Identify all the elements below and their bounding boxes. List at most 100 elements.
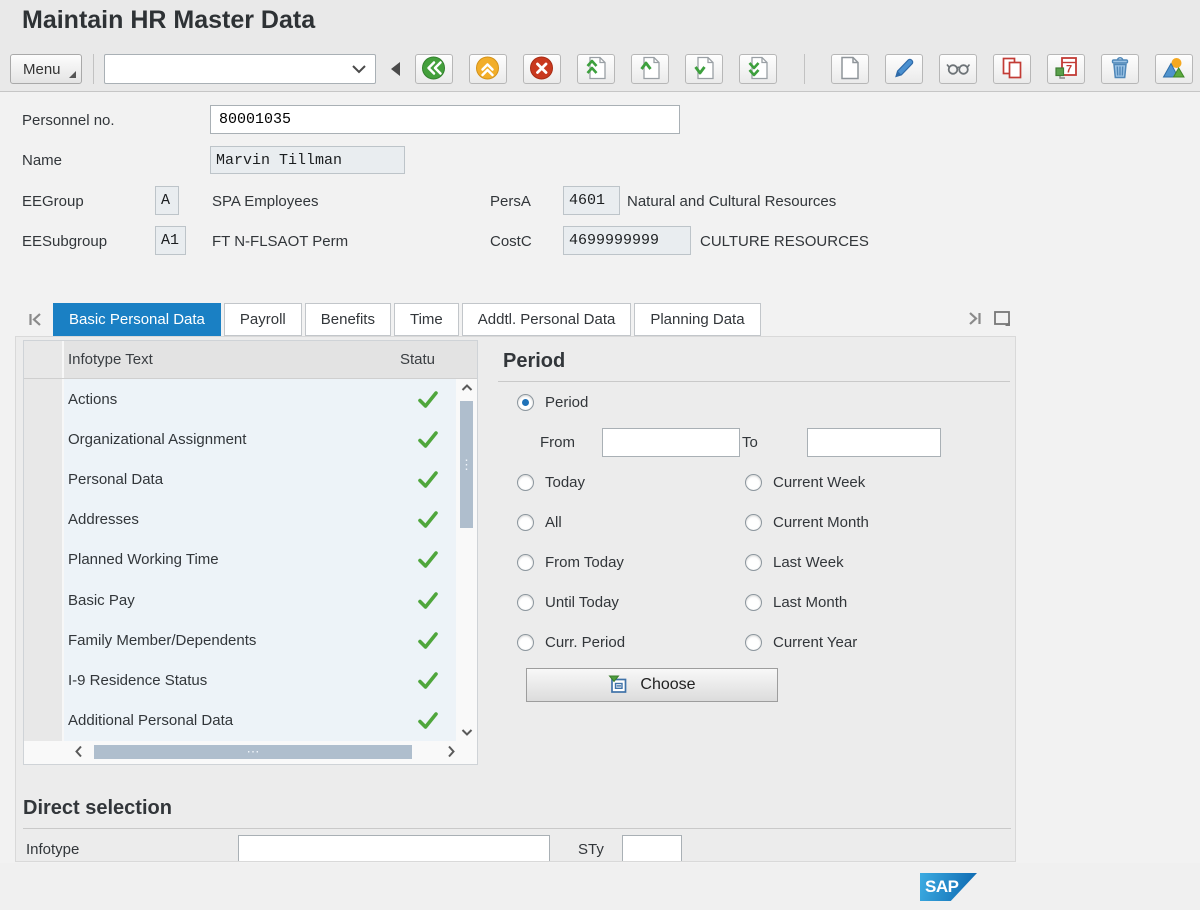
table-row[interactable]: Organizational Assignment [64,419,456,459]
radio-last-month[interactable]: Last Month [745,594,1010,611]
status-check-icon [400,591,456,610]
tab-addtl-personal-data[interactable]: Addtl. Personal Data [462,303,632,336]
status-check-icon [400,470,456,489]
radio-circle[interactable] [517,594,534,611]
row-selector-column-header [24,341,64,378]
radio-current-week[interactable]: Current Week [745,474,1010,491]
radio-from-today[interactable]: From Today [517,554,745,571]
radio-circle[interactable] [745,594,762,611]
trash-icon [1107,55,1133,84]
radio-period[interactable]: Period [517,394,1010,411]
scroll-left-icon[interactable] [74,745,83,758]
detach-panel-icon[interactable] [993,310,1012,327]
radio-last-week[interactable]: Last Week [745,554,1010,571]
radio-circle[interactable] [517,514,534,531]
radio-circle[interactable] [517,474,534,491]
first-page-button[interactable] [577,54,615,84]
radio-current-month[interactable]: Current Month [745,514,1010,531]
chevron-down-icon[interactable] [352,65,366,74]
table-row[interactable]: I-9 Residence Status [64,661,456,701]
tab-scroll-left-icon[interactable] [27,312,44,327]
from-label: From [540,434,575,451]
table-row[interactable]: Actions [64,379,456,419]
next-page-button[interactable] [685,54,723,84]
tab-planning-data[interactable]: Planning Data [634,303,760,336]
command-field[interactable] [104,54,376,84]
toolbar-buttons: 7 [415,54,1193,84]
menu-button-label: Menu [23,61,61,78]
collapse-toolbar-icon[interactable] [391,62,400,76]
tab-benefits[interactable]: Benefits [305,303,391,336]
tab-content: Infotype Text Statu Actions Organization… [15,336,1016,862]
sap-window: Maintain HR Master Data Menu [0,0,1200,910]
tab-basic-personal-data[interactable]: Basic Personal Data [53,303,221,336]
radio-circle[interactable] [517,554,534,571]
eesubgroup-value-field: A1 [155,226,186,255]
infotype-label: Infotype [26,841,79,858]
scroll-down-icon[interactable] [460,728,474,737]
footer: SAP [0,863,1200,910]
sty-input[interactable] [622,835,682,862]
row-selector-column[interactable] [24,379,64,741]
scroll-right-icon[interactable] [447,745,456,758]
personnel-no-label: Personnel no. [22,112,115,129]
personnel-no-input[interactable] [210,105,680,134]
back-icon [420,55,448,84]
back-button[interactable] [415,54,453,84]
radio-until-today[interactable]: Until Today [517,594,745,611]
tab-payroll[interactable]: Payroll [224,303,302,336]
exit-button[interactable] [469,54,507,84]
radio-circle[interactable] [745,634,762,651]
period-panel: Period Period From To Today Current Week… [498,343,1010,702]
menu-button[interactable]: Menu [10,54,82,84]
next-page-icon [691,55,717,84]
radio-current-year[interactable]: Current Year [745,634,1010,651]
horizontal-scroll-thumb[interactable]: ⋯ [94,745,412,759]
table-row[interactable]: Personal Data [64,459,456,499]
mountains-icon [1160,55,1188,84]
toolbar-separator [804,54,805,84]
table-row[interactable]: Planned Working Time [64,540,456,580]
radio-today[interactable]: Today [517,474,745,491]
previous-page-icon [637,55,663,84]
from-date-input[interactable] [602,428,740,457]
radio-circle[interactable] [745,554,762,571]
table-row[interactable]: Family Member/Dependents [64,620,456,660]
table-row[interactable]: Additional Personal Data [64,701,456,741]
command-input[interactable] [105,55,352,83]
radio-all[interactable]: All [517,514,745,531]
last-page-button[interactable] [739,54,777,84]
overview-button[interactable] [1155,54,1193,84]
delete-button[interactable] [1101,54,1139,84]
radio-circle[interactable] [517,634,534,651]
table-row[interactable]: Addresses [64,500,456,540]
to-date-input[interactable] [807,428,941,457]
name-value-field: Marvin Tillman [210,146,405,174]
direct-selection-row: Infotype STy [23,834,1011,862]
tab-strip-right-controls [966,310,1012,327]
tab-time[interactable]: Time [394,303,459,336]
radio-circle-selected[interactable] [517,394,534,411]
delimit-button[interactable]: 7 [1047,54,1085,84]
radio-circle[interactable] [745,514,762,531]
status-check-icon [400,671,456,690]
glasses-icon [943,55,973,84]
persa-text: Natural and Cultural Resources [627,193,836,210]
cancel-button[interactable] [523,54,561,84]
table-row[interactable]: Basic Pay [64,580,456,620]
previous-page-button[interactable] [631,54,669,84]
vertical-scrollbar[interactable]: ⋮ [457,381,477,739]
choose-button[interactable]: Choose [526,668,778,702]
vertical-scroll-thumb[interactable]: ⋮ [460,401,473,528]
radio-circle[interactable] [745,474,762,491]
from-to-row: From To [498,428,1010,457]
display-button[interactable] [939,54,977,84]
create-button[interactable] [831,54,869,84]
infotype-input[interactable] [238,835,550,862]
horizontal-scrollbar[interactable]: ⋯ [64,743,456,762]
change-button[interactable] [885,54,923,84]
radio-curr-period[interactable]: Curr. Period [517,634,745,651]
scroll-up-icon[interactable] [460,383,474,392]
tab-scroll-right-icon[interactable] [966,311,983,326]
copy-button[interactable] [993,54,1031,84]
